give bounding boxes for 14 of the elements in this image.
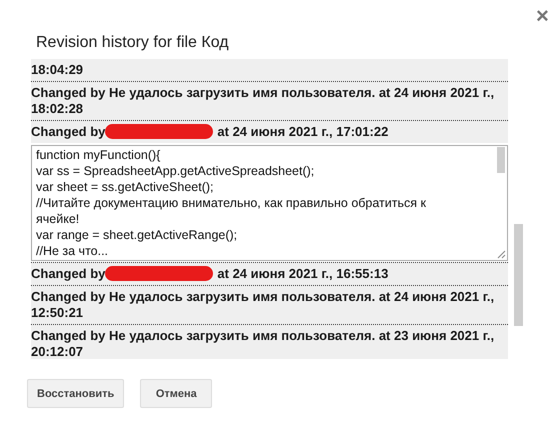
revision-entry[interactable]: Changed by Не удалось загрузить имя пользователя. at 24 июня 2021 г., 18:02:28 [31,82,508,120]
code-field[interactable]: function myFunction(){ var ss = SpreadsheetApp.getActiveSpreadsheet(); var sheet = ss.getActiveSheet(); //Читайте документацию внимательно, как правильно обратиться к ячейке! var range = sheet.getActiveRange(); //Не за что... [31,145,508,261]
revision-date[interactable]: at 24 июня 2021 г., 16:55:13 [217,266,388,281]
revision-label[interactable]: Changed by [31,124,106,139]
revision-label[interactable]: Changed by [31,266,106,281]
restore-button[interactable]: Восстановить [27,379,124,408]
revision-entry[interactable]: 18:04:29 [31,59,508,81]
cancel-button[interactable]: Отмена [140,379,212,408]
scrollbar-thumb[interactable] [514,224,523,326]
scrollbar-thumb[interactable] [497,147,505,173]
revision-entry[interactable]: Changed by Не удалось загрузить имя пользователя. at 24 июня 2021 г., 12:50:21 [31,286,508,324]
dialog-title: Revision history for file Код [36,33,229,53]
revision-entry[interactable]: Changed by Не удалось загрузить имя пользователя. at 23 июня 2021 г., 20:12:07 [31,325,508,359]
revision-date[interactable]: at 24 июня 2021 г., 17:01:22 [217,124,388,139]
